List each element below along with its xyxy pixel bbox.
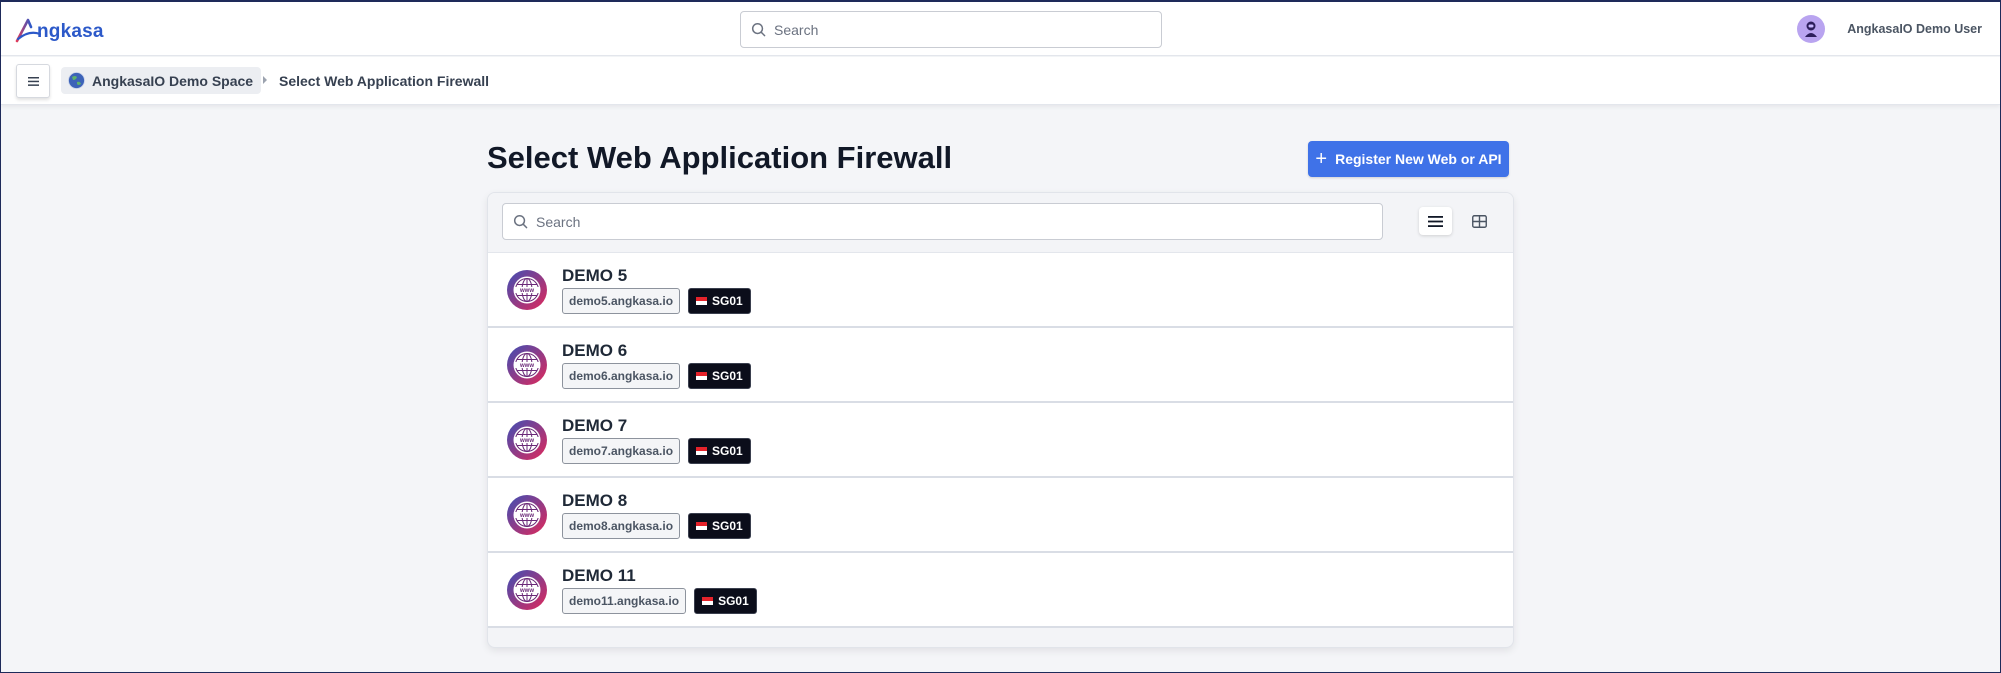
globe-icon <box>68 72 85 89</box>
logo[interactable]: ngkasa <box>15 15 104 43</box>
item-tags: demo11.angkasa.io SG01 <box>562 588 757 614</box>
flag-icon <box>696 522 708 530</box>
list-item[interactable]: www DEMO 5 demo5.angkasa.io SG01 <box>488 253 1513 328</box>
search-icon <box>513 214 528 229</box>
menu-button[interactable] <box>16 64 50 98</box>
www-globe-icon: www <box>507 270 547 310</box>
region-label: SG01 <box>712 519 743 533</box>
flag-icon <box>696 297 708 305</box>
region-label: SG01 <box>712 444 743 458</box>
user-name[interactable]: AngkasaIO Demo User <box>1847 22 1982 36</box>
item-name: DEMO 6 <box>562 341 628 360</box>
waf-list-card: www DEMO 5 demo5.angkasa.io SG01 <box>487 192 1514 648</box>
item-tags: demo8.angkasa.io SG01 <box>562 513 751 539</box>
app-window: ngkasa AngkasaIO Demo User <box>0 0 2001 673</box>
page-title: Select Web Application Firewall <box>487 140 953 175</box>
register-new-button[interactable]: + Register New Web or API <box>1308 141 1509 177</box>
svg-text:www: www <box>519 588 534 594</box>
avatar[interactable] <box>1797 15 1826 43</box>
list-view-button[interactable] <box>1419 207 1452 235</box>
flag-icon <box>696 447 708 455</box>
breadcrumb-space-label: AngkasaIO Demo Space <box>92 72 254 89</box>
register-new-label: Register New Web or API <box>1335 151 1502 167</box>
domain-badge: demo6.angkasa.io <box>562 363 681 389</box>
search-icon <box>751 22 766 37</box>
list-toolbar <box>488 193 1513 253</box>
region-badge: SG01 <box>688 363 751 389</box>
www-globe-icon: www <box>507 495 547 535</box>
breadcrumb-space[interactable]: AngkasaIO Demo Space <box>61 67 262 94</box>
item-name: DEMO 7 <box>562 416 628 435</box>
hamburger-icon <box>27 76 39 86</box>
region-badge: SG01 <box>694 588 757 614</box>
user-menu[interactable]: AngkasaIO Demo User <box>1797 15 1982 43</box>
svg-text:www: www <box>519 438 534 444</box>
svg-text:www: www <box>519 288 534 294</box>
region-badge: SG01 <box>688 438 751 464</box>
item-tags: demo5.angkasa.io SG01 <box>562 288 751 314</box>
astronaut-avatar-icon <box>1805 21 1818 37</box>
domain-badge: demo8.angkasa.io <box>562 513 681 539</box>
list-item[interactable]: www DEMO 6 demo6.angkasa.io SG01 <box>488 328 1513 403</box>
domain-badge: demo5.angkasa.io <box>562 288 681 314</box>
waf-list: www DEMO 5 demo5.angkasa.io SG01 www DEM… <box>488 253 1513 628</box>
global-search <box>740 11 1162 48</box>
svg-text:www: www <box>519 363 534 369</box>
svg-text:www: www <box>519 513 534 519</box>
www-globe-icon: www <box>507 570 547 610</box>
item-name: DEMO 5 <box>562 266 628 285</box>
chevron-right-icon <box>263 76 267 84</box>
region-label: SG01 <box>712 294 743 308</box>
region-badge: SG01 <box>688 288 751 314</box>
breadcrumb-current: Select Web Application Firewall <box>279 73 490 89</box>
global-search-input[interactable] <box>774 21 1131 38</box>
list-item[interactable]: www DEMO 11 demo11.angkasa.io SG01 <box>488 553 1513 628</box>
top-bar: ngkasa AngkasaIO Demo User <box>1 2 2000 56</box>
list-item[interactable]: www DEMO 8 demo8.angkasa.io SG01 <box>488 478 1513 553</box>
domain-badge: demo11.angkasa.io <box>562 588 687 614</box>
list-item[interactable]: www DEMO 7 demo7.angkasa.io SG01 <box>488 403 1513 478</box>
grid-view-icon <box>1472 214 1487 228</box>
list-view-icon <box>1428 215 1443 227</box>
www-globe-icon: www <box>507 345 547 385</box>
flag-icon <box>696 372 708 380</box>
region-badge: SG01 <box>688 513 751 539</box>
item-name: DEMO 11 <box>562 566 636 585</box>
plus-icon: + <box>1315 148 1328 170</box>
item-tags: demo6.angkasa.io SG01 <box>562 363 751 389</box>
domain-badge: demo7.angkasa.io <box>562 438 681 464</box>
logo-text: ngkasa <box>37 21 104 42</box>
region-label: SG01 <box>718 594 749 608</box>
grid-view-button[interactable] <box>1463 207 1496 235</box>
www-globe-icon: www <box>507 420 547 460</box>
flag-icon <box>702 597 714 605</box>
list-search <box>502 203 1383 240</box>
breadcrumb: AngkasaIO Demo Space Select Web Applicat… <box>1 57 2000 105</box>
item-name: DEMO 8 <box>562 491 628 510</box>
list-search-input[interactable] <box>536 213 1284 230</box>
item-tags: demo7.angkasa.io SG01 <box>562 438 751 464</box>
region-label: SG01 <box>712 369 743 383</box>
